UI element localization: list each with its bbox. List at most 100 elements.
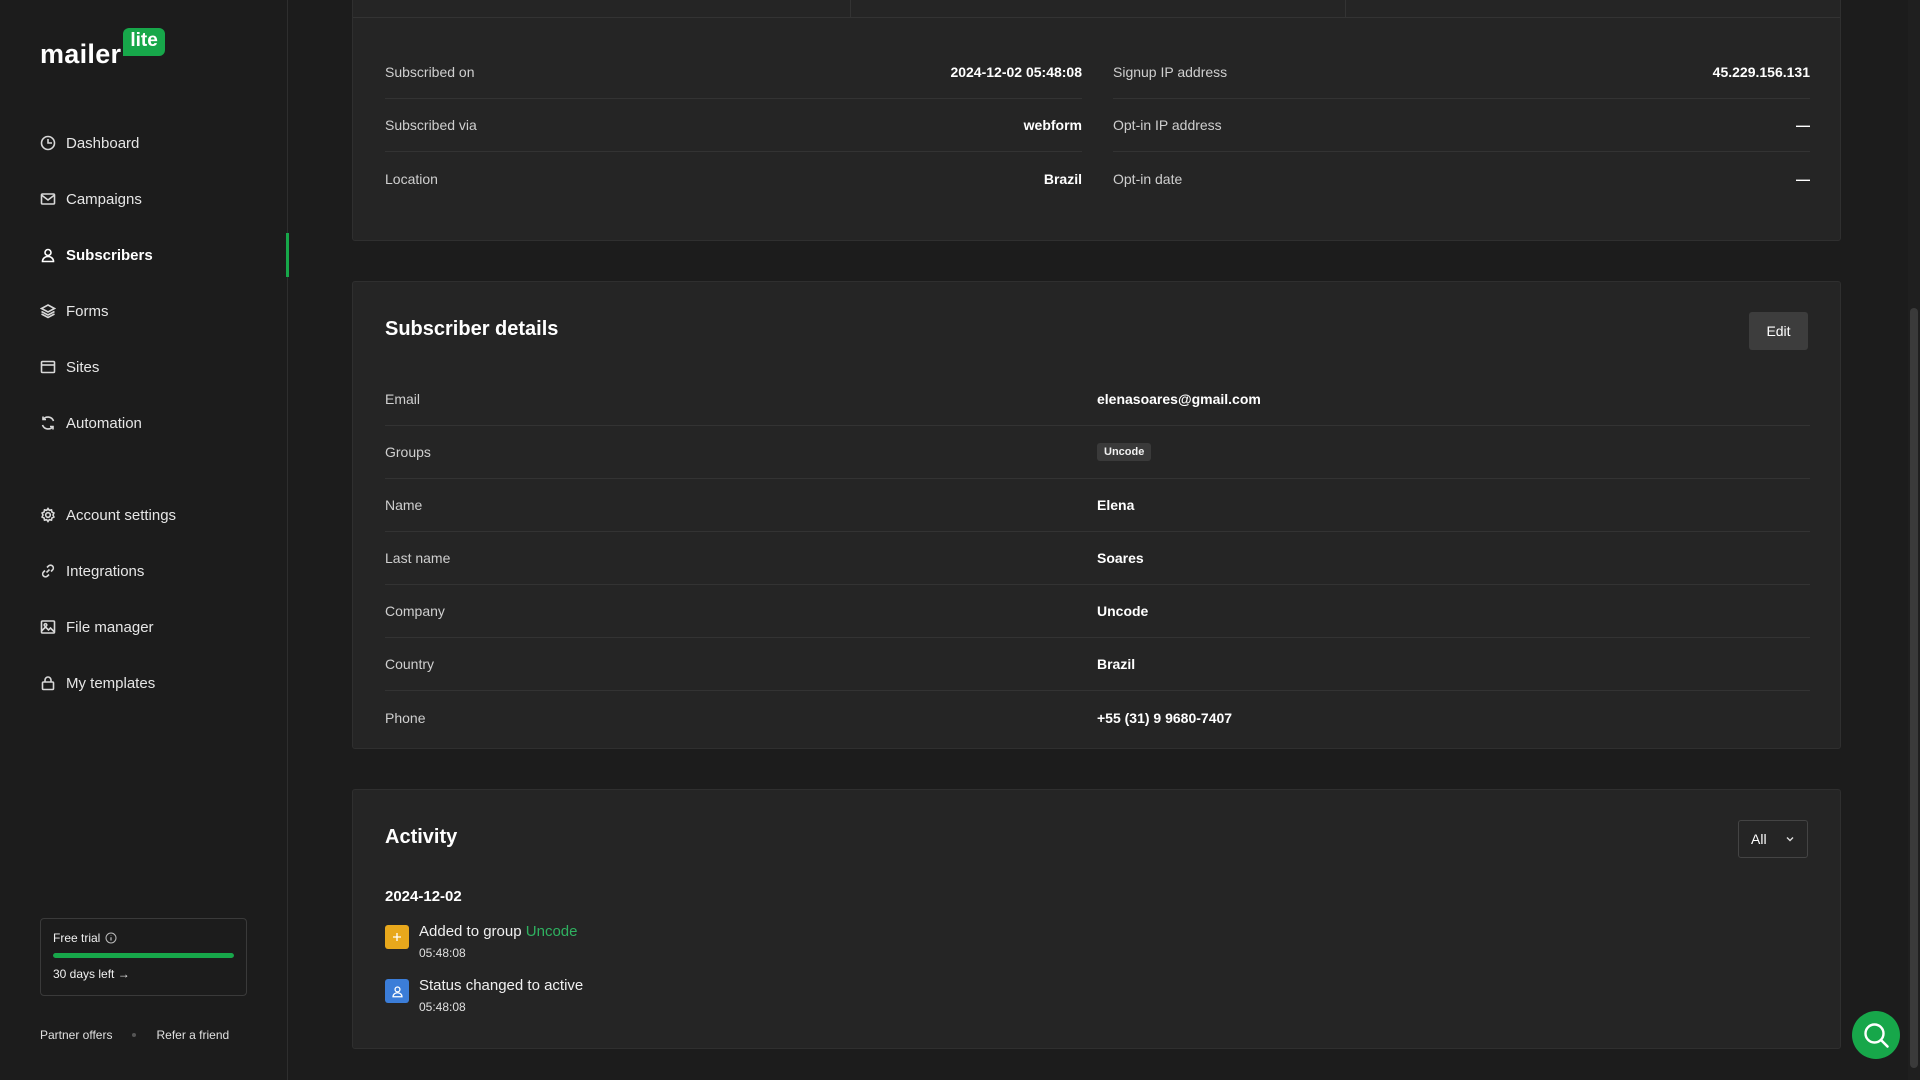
detail-row-groups: Groups Uncode — [385, 426, 1810, 479]
trial-days-left-link[interactable]: 30 days left → — [53, 967, 234, 981]
sidebar-item-label: File manager — [66, 618, 154, 636]
free-trial-box[interactable]: Free trial 30 days left → — [40, 918, 247, 996]
activity-title: Activity — [385, 826, 458, 848]
detail-row-name: Name Elena — [385, 479, 1810, 532]
detail-label: Email — [385, 391, 421, 407]
meta-label: Location — [385, 170, 438, 187]
detail-label: Last name — [385, 550, 451, 566]
sidebar-item-integrations[interactable]: Integrations — [0, 543, 288, 599]
image-icon — [40, 619, 56, 635]
sidebar-item-dashboard[interactable]: Dashboard — [0, 115, 288, 171]
sidebar-item-label: My templates — [66, 674, 156, 692]
detail-row-company: Company Uncode — [385, 585, 1810, 638]
separator-dot — [132, 1033, 137, 1037]
detail-value: elenasoares@gmail.com — [1097, 391, 1261, 407]
page-scrollbar[interactable] — [1908, 0, 1920, 1080]
detail-label: Phone — [385, 709, 426, 726]
sidebar-item-label: Dashboard — [66, 134, 140, 152]
partner-offers-link[interactable]: Partner offers — [40, 1028, 112, 1042]
detail-label: Name — [385, 497, 423, 513]
meta-row-subscribed-on: Subscribed on 2024-12-02 05:48:08 — [385, 46, 1082, 99]
meta-row-optin-ip: Opt-in IP address — — [1113, 99, 1810, 152]
subscriber-details-card: Subscriber details Edit Email elenasoare… — [352, 281, 1841, 749]
meta-label: Subscribed via — [385, 117, 477, 133]
activity-card: Activity All 2024-12-02 Added to group U… — [352, 789, 1841, 1049]
user-icon — [385, 979, 409, 1003]
trial-progress-fill — [53, 953, 234, 958]
activity-date: 2024-12-02 — [385, 888, 462, 905]
sidebar-item-forms[interactable]: Forms — [0, 283, 288, 339]
main-nav: Dashboard Campaigns Subscribers Forms Si… — [0, 115, 289, 711]
group-tag[interactable]: Uncode — [1097, 443, 1152, 461]
sidebar-item-account-settings[interactable]: Account settings — [0, 487, 288, 543]
meta-row-subscribed-via: Subscribed via webform — [385, 99, 1082, 152]
meta-left-column: Subscribed on 2024-12-02 05:48:08 Subscr… — [385, 46, 1082, 205]
activity-item: Added to group Uncode 05:48:08 — [385, 923, 577, 960]
chevron-down-icon — [1786, 837, 1794, 842]
detail-label: Company — [385, 603, 445, 619]
scrollbar-thumb[interactable] — [1910, 308, 1918, 1068]
meta-value: Brazil — [1043, 170, 1082, 187]
mail-icon — [40, 191, 56, 207]
meta-label: Opt-in date — [1113, 170, 1183, 187]
trial-progress-bar — [53, 953, 234, 958]
sidebar-item-subscribers[interactable]: Subscribers — [0, 227, 289, 283]
filter-value: All — [1751, 831, 1767, 847]
refer-a-friend-link[interactable]: Refer a friend — [156, 1028, 229, 1042]
refresh-icon — [40, 415, 56, 431]
detail-label: Groups — [385, 444, 431, 460]
help-search-button[interactable] — [1852, 1011, 1900, 1059]
subscription-meta-card: Subscribed on 2024-12-02 05:48:08 Subscr… — [352, 0, 1841, 241]
meta-value: 45.229.156.131 — [1712, 64, 1810, 80]
link-icon — [40, 563, 56, 579]
detail-row-phone: Phone +55 (31) 9 9680-7407 — [385, 691, 1810, 744]
layers-icon — [39, 303, 57, 319]
sidebar-item-automation[interactable]: Automation — [0, 395, 288, 451]
activity-time: 05:48:08 — [419, 946, 466, 960]
dashboard-icon — [40, 135, 56, 151]
meta-label: Subscribed on — [385, 64, 475, 80]
plus-icon — [385, 925, 409, 949]
sidebar-item-label: Campaigns — [66, 190, 142, 208]
sidebar-item-sites[interactable]: Sites — [0, 339, 288, 395]
sidebar-item-label: Integrations — [66, 562, 145, 580]
edit-button[interactable]: Edit — [1749, 312, 1808, 350]
meta-value: — — [1796, 170, 1810, 187]
detail-row-last-name: Last name Soares — [385, 532, 1810, 585]
sidebar-item-label: Subscribers — [66, 246, 153, 264]
activity-item: Status changed to active 05:48:08 — [385, 977, 583, 1014]
activity-text: Added to group Uncode — [419, 923, 577, 940]
strip-divider — [1345, 0, 1346, 18]
sidebar-item-my-templates[interactable]: My templates — [0, 655, 288, 711]
meta-row-location: Location Brazil — [385, 152, 1082, 205]
meta-label: Opt-in IP address — [1113, 117, 1222, 133]
search-icon — [1864, 1023, 1889, 1048]
sidebar-item-file-manager[interactable]: File manager — [0, 599, 288, 655]
details-title: Subscriber details — [385, 318, 559, 340]
meta-row-signup-ip: Signup IP address 45.229.156.131 — [1113, 46, 1810, 99]
meta-value: webform — [1023, 117, 1082, 133]
activity-time: 05:48:08 — [419, 1000, 466, 1014]
sidebar: mailer lite Dashboard Campaigns Subscrib… — [0, 0, 289, 1080]
detail-value: Soares — [1097, 550, 1144, 566]
meta-value: — — [1796, 117, 1810, 133]
detail-value: Elena — [1097, 497, 1135, 513]
browser-icon — [40, 359, 56, 375]
user-icon — [40, 247, 56, 263]
group-link[interactable]: Uncode — [526, 923, 578, 940]
meta-label: Signup IP address — [1113, 64, 1228, 80]
logo-word: mailer — [40, 39, 122, 69]
info-icon[interactable] — [105, 932, 117, 944]
sidebar-item-label: Account settings — [66, 506, 177, 524]
activity-filter-dropdown[interactable]: All — [1738, 820, 1808, 858]
sidebar-item-campaigns[interactable]: Campaigns — [0, 171, 288, 227]
mailerlite-logo[interactable]: mailer lite — [40, 28, 165, 69]
detail-row-country: Country Brazil — [385, 638, 1810, 691]
sidebar-footer: Partner offers Refer a friend — [40, 1028, 229, 1042]
detail-row-email: Email elenasoares@gmail.com — [385, 373, 1810, 426]
sidebar-item-label: Forms — [66, 302, 109, 320]
detail-value: Uncode — [1097, 603, 1149, 619]
stats-strip — [353, 0, 1840, 18]
detail-label: Country — [385, 656, 435, 672]
